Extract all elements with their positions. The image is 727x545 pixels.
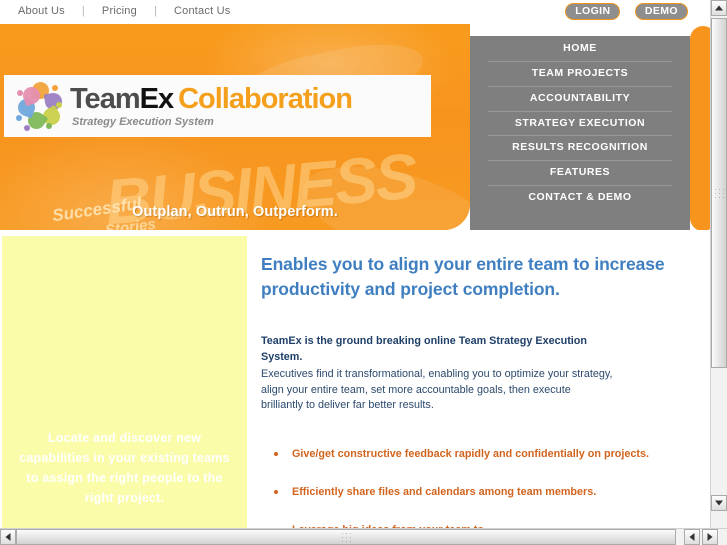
top-action-buttons: LOGIN DEMO [555, 3, 688, 21]
nav-orange-accent-bar [690, 26, 710, 231]
teamwork-pinwheel-icon [15, 80, 66, 133]
feature-bullet-list: Give/get constructive feedback rapidly a… [261, 446, 691, 528]
top-link-separator-2: | [153, 5, 158, 17]
vertical-scrollbar-thumb[interactable] [711, 18, 727, 368]
vertical-scrollbar[interactable] [710, 0, 727, 528]
scroll-down-button[interactable] [711, 495, 727, 511]
main-nav-menu: HOME TEAM PROJECTS ACCOUNTABILITY STRATE… [470, 36, 690, 230]
nav-item-results-recognition[interactable]: RESULTS RECOGNITION [470, 135, 690, 160]
hero-tagline: Outplan, Outrun, Outperform. [132, 204, 338, 220]
chevron-left-icon [689, 533, 695, 541]
logo-word-ex: Ex [139, 82, 174, 115]
left-panel-ghost-text: Locate and discover new capabilities in … [19, 431, 230, 505]
chevron-down-icon [715, 500, 723, 506]
nav-item-home[interactable]: HOME [470, 36, 690, 61]
chevron-up-icon [715, 5, 723, 11]
horizontal-scrollbar-thumb[interactable] [16, 529, 676, 545]
nav-item-features[interactable]: FEATURES [470, 160, 690, 185]
top-utility-bar: About Us | Pricing | Contact Us LOGIN DEMO [0, 0, 710, 24]
logo-word-collaboration: Collaboration [178, 82, 353, 115]
logo-plate[interactable]: TeamEx Collaboration Strategy Execution S… [4, 75, 431, 137]
top-link-contact-us[interactable]: Contact Us [174, 5, 230, 17]
left-yellow-panel: Locate and discover new capabilities in … [2, 236, 247, 528]
top-link-pricing[interactable]: Pricing [102, 5, 137, 17]
lead-paragraph-strong: TeamEx is the ground breaking online Tea… [261, 335, 587, 363]
scroll-left-button[interactable] [0, 529, 16, 545]
logo-tagline: Strategy Execution System [72, 115, 214, 128]
list-item: Give/get constructive feedback rapidly a… [274, 446, 691, 462]
scroll-right-button[interactable] [702, 529, 718, 545]
chevron-left-icon [5, 533, 11, 541]
lead-paragraph-body: Executives find it transformational, ena… [261, 368, 613, 411]
top-nav-links: About Us | Pricing | Contact Us [18, 5, 230, 17]
scroll-up-button[interactable] [711, 0, 727, 16]
nav-item-strategy-execution[interactable]: STRATEGY EXECUTION [470, 110, 690, 136]
logo-word-team: Team [70, 82, 141, 115]
page-viewport: About Us | Pricing | Contact Us LOGIN DEMO B… [0, 0, 710, 528]
horizontal-scrollbar[interactable] [0, 528, 727, 545]
page-headline: Enables you to align your entire team to… [261, 254, 665, 299]
scroll-right-button-secondary[interactable] [684, 529, 700, 545]
main-column: Enables you to align your entire team to… [261, 230, 691, 528]
nav-item-contact-and-demo[interactable]: CONTACT & DEMO [470, 185, 690, 210]
logo-wordmark: TeamEx Collaboration Strategy Execution S… [70, 82, 353, 128]
list-item: Efficiently share files and calendars am… [274, 484, 691, 500]
lead-paragraph: TeamEx is the ground breaking online Tea… [261, 334, 613, 414]
demo-button[interactable]: DEMO [634, 3, 688, 20]
top-link-about-us[interactable]: About Us [18, 5, 65, 17]
top-link-separator-1: | [81, 5, 85, 17]
nav-item-accountability[interactable]: ACCOUNTABILITY [470, 85, 690, 111]
nav-item-team-projects[interactable]: TEAM PROJECTS [470, 60, 690, 86]
chevron-right-icon [707, 533, 713, 541]
content-area: Locate and discover new capabilities in … [0, 230, 710, 528]
login-button[interactable]: LOGIN [565, 3, 621, 20]
